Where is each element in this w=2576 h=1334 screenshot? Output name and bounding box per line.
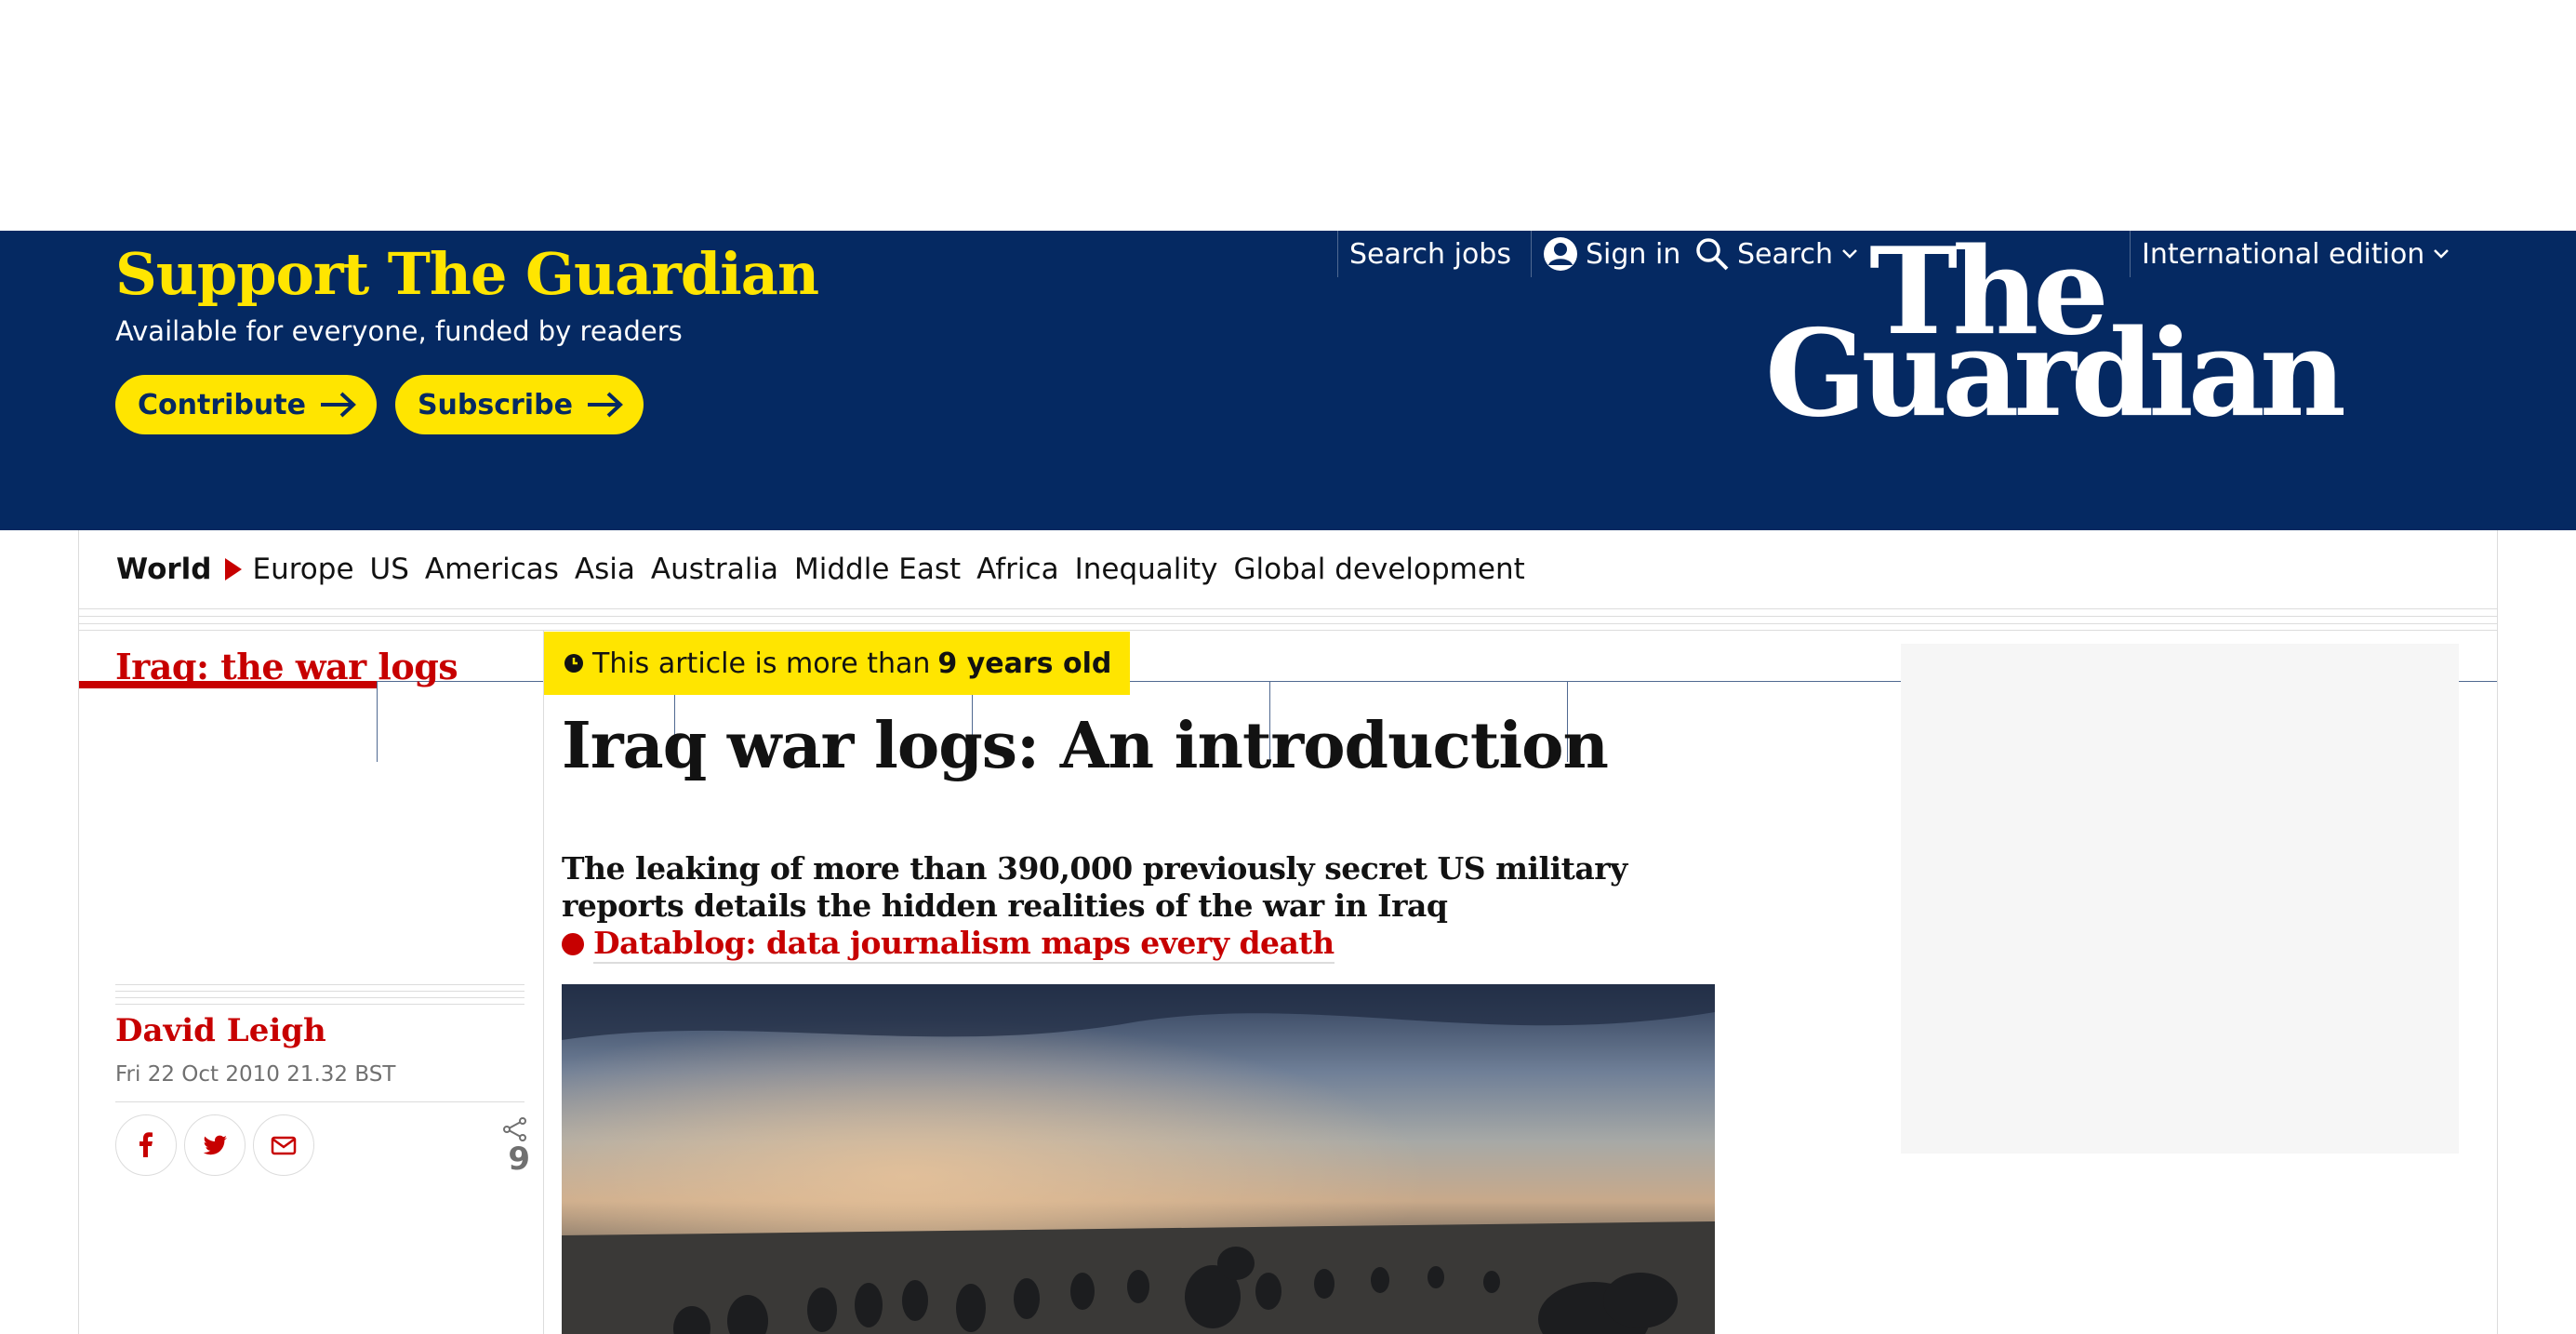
masthead: Support The Guardian Available for every… xyxy=(0,231,2576,762)
advertisement-slot[interactable] xyxy=(1901,644,2459,1154)
edition-picker[interactable]: International edition xyxy=(2130,231,2450,277)
subnav-middle-east[interactable]: Middle East xyxy=(794,553,961,586)
search-toggle[interactable]: Search xyxy=(1694,231,1859,277)
support-title: Support The Guardian xyxy=(115,240,819,308)
standfirst-line-2: reports details the hidden realities of … xyxy=(562,887,1448,924)
share-icon xyxy=(503,1117,526,1141)
datablog-link[interactable]: Datablog: data journalism maps every dea… xyxy=(562,925,1585,964)
main-image-graphic xyxy=(562,984,1715,1334)
subnav-world[interactable]: World xyxy=(116,553,212,586)
chevron-down-icon xyxy=(2434,249,2450,259)
age-prefix: This article is more than xyxy=(592,647,931,680)
support-buttons: Contribute Subscribe xyxy=(115,375,644,434)
share-buttons xyxy=(115,1114,314,1176)
series-link[interactable]: Iraq: the war logs xyxy=(115,646,458,687)
arrow-right-icon xyxy=(587,392,623,418)
article-standfirst: The leaking of more than 390,000 previou… xyxy=(562,850,1627,964)
subnav-arrow-icon xyxy=(224,558,242,580)
subnav-europe[interactable]: Europe xyxy=(253,553,354,586)
article-headline: Iraq war logs: An introduction xyxy=(562,709,1609,783)
author-byline[interactable]: David Leigh xyxy=(115,1012,326,1049)
section-divider xyxy=(78,608,2498,631)
publication-date: Fri 22 Oct 2010 21.32 BST xyxy=(115,1062,396,1087)
pillar-news[interactable]: News xyxy=(79,681,377,762)
sign-in-label: Sign in xyxy=(1586,237,1681,271)
share-email-button[interactable] xyxy=(253,1114,314,1176)
share-count-value: 9 xyxy=(508,1141,530,1178)
sign-in-link[interactable]: Sign in xyxy=(1531,231,1680,277)
age-value: 9 years old xyxy=(937,647,1112,680)
frame-border-right xyxy=(2497,631,2498,1334)
article-age-warning: This article is more than 9 years old xyxy=(544,632,1131,695)
user-icon xyxy=(1544,237,1577,271)
standfirst-line-1: The leaking of more than 390,000 previou… xyxy=(562,850,1627,887)
chevron-down-icon xyxy=(1842,249,1857,259)
meta-divider xyxy=(115,984,524,1005)
logo-line-guardian: Guardian xyxy=(1765,304,2346,444)
subnav-inequality[interactable]: Inequality xyxy=(1075,553,1218,586)
subnav-africa[interactable]: Africa xyxy=(976,553,1058,586)
support-subtitle: Available for everyone, funded by reader… xyxy=(115,315,683,347)
twitter-icon xyxy=(203,1135,227,1155)
article-main-image[interactable] xyxy=(562,984,1715,1334)
subnav-us[interactable]: US xyxy=(370,553,409,586)
column-divider xyxy=(543,631,544,1334)
search-label: Search xyxy=(1737,237,1834,271)
contribute-button[interactable]: Contribute xyxy=(115,375,377,434)
support-banner: Support The Guardian Available for every… xyxy=(115,240,819,434)
subnav-asia[interactable]: Asia xyxy=(575,553,635,586)
subnav-australia[interactable]: Australia xyxy=(651,553,778,586)
search-icon xyxy=(1696,238,1729,271)
contribute-label: Contribute xyxy=(138,388,306,421)
chevron-down-icon xyxy=(1709,719,1724,728)
share-count: 9 xyxy=(493,1116,530,1178)
subscribe-label: Subscribe xyxy=(417,388,573,421)
search-jobs-link[interactable]: Search jobs xyxy=(1337,231,1511,277)
bullet-dot-icon xyxy=(562,933,584,955)
clock-icon xyxy=(564,654,583,673)
facebook-icon xyxy=(139,1132,153,1157)
subnav-global-development[interactable]: Global development xyxy=(1234,553,1525,586)
datablog-link-text: Datablog: data journalism maps every dea… xyxy=(593,925,1334,964)
subscribe-button[interactable]: Subscribe xyxy=(394,375,644,434)
arrow-right-icon xyxy=(320,392,356,418)
share-twitter-button[interactable] xyxy=(184,1114,246,1176)
subnav-americas[interactable]: Americas xyxy=(425,553,559,586)
meta-rule xyxy=(115,1101,524,1102)
frame-border-left xyxy=(78,631,79,1334)
share-facebook-button[interactable] xyxy=(115,1114,177,1176)
edition-label: International edition xyxy=(2142,237,2425,271)
section-subnav: World Europe US Americas Asia Australia … xyxy=(78,530,2498,608)
email-icon xyxy=(271,1136,297,1155)
